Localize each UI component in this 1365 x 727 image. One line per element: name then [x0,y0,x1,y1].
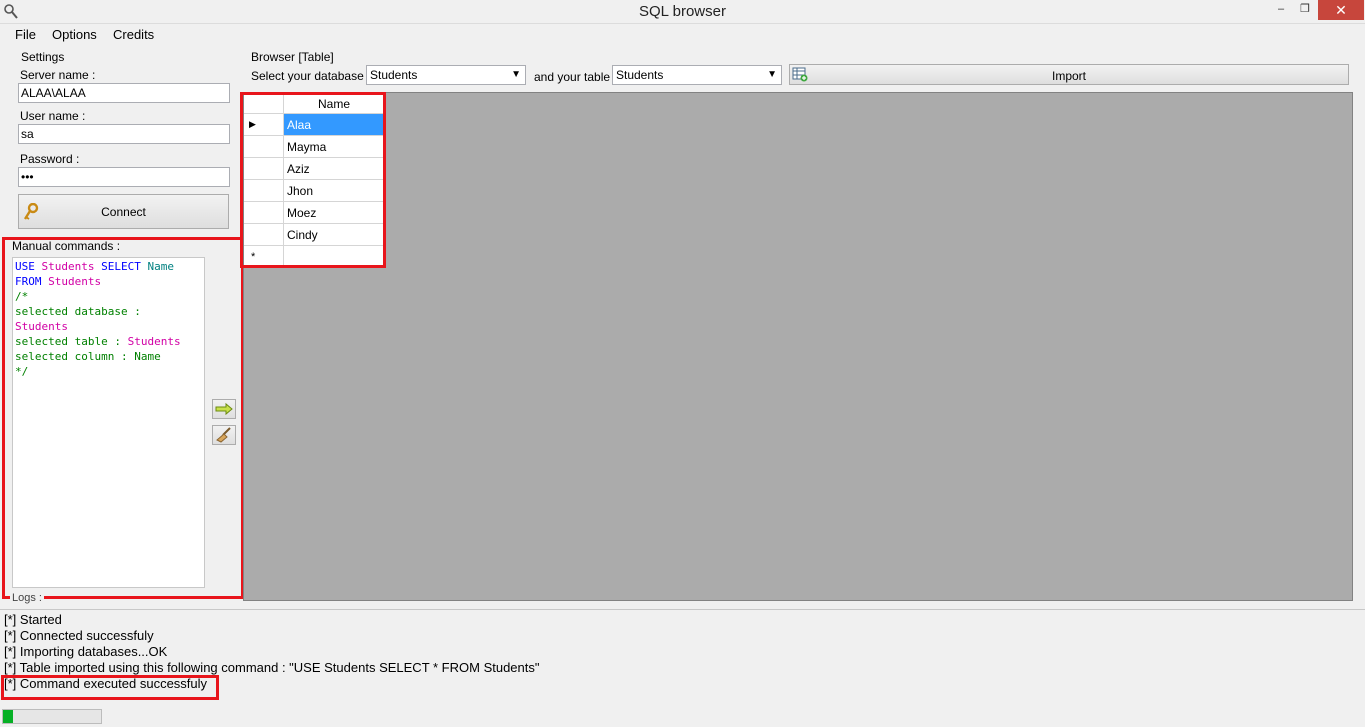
menu-file[interactable]: File [15,27,36,42]
editor-token: Students [127,335,181,348]
logs-label: Logs : [10,592,44,604]
user-name-input[interactable]: sa [18,124,230,144]
restore-button[interactable]: ❐ [1292,0,1318,20]
database-value: Students [370,68,418,82]
editor-line: USE Students SELECT Name [15,259,202,274]
grid-cell[interactable]: Moez [284,202,384,223]
current-row-marker-icon: ▶ [249,119,256,129]
editor-line: selected column : Name [15,349,202,364]
table-label: and your table : [534,70,617,84]
progress-fill [3,710,13,723]
browser-group-label: Browser [Table] [249,50,336,64]
editor-token: */ [15,365,29,378]
menu-options[interactable]: Options [52,27,97,42]
database-label: Select your database : [251,69,371,83]
table-select[interactable]: Students ▼ [612,65,782,85]
database-select[interactable]: Students ▼ [366,65,526,85]
settings-group-label: Settings [19,50,67,64]
connect-label: Connect [101,205,146,219]
minimize-button[interactable]: – [1268,0,1294,20]
editor-token: USE [15,260,42,273]
close-button[interactable]: ✕ [1318,0,1364,20]
chevron-down-icon: ▼ [511,69,521,80]
log-line: [*] Table imported using this following … [4,660,540,675]
import-button[interactable]: Import [789,64,1349,85]
logs-panel: [*] Started [*] Connected successfuly [*] … [0,609,1365,705]
grid-corner [244,93,284,113]
grid-header-row: Name [244,93,384,114]
row-header[interactable] [244,180,284,201]
manual-commands-editor[interactable]: USE Students SELECT Name FROM Students/* s… [12,257,205,588]
editor-token: FROM [15,275,49,288]
grid-cell[interactable]: Aziz [284,158,384,179]
menu-credits[interactable]: Credits [113,27,154,42]
editor-token: selected table : [15,335,128,348]
server-name-input[interactable]: ALAA\ALAA [18,83,230,103]
editor-line: /* [15,289,202,304]
new-row[interactable]: * [244,246,384,268]
grid-cell[interactable]: Alaa [284,114,384,135]
row-header[interactable] [244,136,284,157]
editor-token: /* [15,290,29,303]
grid-cell[interactable] [284,246,384,268]
row-header[interactable] [244,224,284,245]
log-line: [*] Started [4,612,62,627]
row-header[interactable]: * [244,246,284,268]
new-row-marker: * [251,251,256,263]
editor-line: Students [15,319,202,334]
row-header[interactable]: ▶ [244,114,284,135]
window-title: SQL browser [639,3,726,20]
editor-token: Students [41,260,102,273]
import-label: Import [1051,69,1086,83]
editor-token: Name [147,260,174,273]
menu-bar: File Options Credits [0,25,1365,45]
chevron-down-icon: ▼ [767,69,777,80]
editor-token: SELECT [101,260,148,273]
editor-line: FROM Students [15,274,202,289]
manual-commands-label: Manual commands : [10,239,123,253]
row-header[interactable] [244,202,284,223]
table-row[interactable]: Mayma [244,136,384,158]
log-line: [*] Command executed successfuly [4,676,208,691]
editor-line: selected database : [15,304,202,319]
editor-token: Students [48,275,102,288]
password-input[interactable]: ••• [18,167,230,187]
data-grid-background [243,92,1353,601]
table-row[interactable]: Aziz [244,158,384,180]
log-line: [*] Connected successfuly [4,628,154,643]
editor-token: selected column : Name [15,350,161,363]
table-row[interactable]: Moez [244,202,384,224]
title-bar: SQL browser – ❐ ✕ [0,0,1365,24]
column-header-name[interactable]: Name [284,93,384,113]
table-row[interactable]: ▶ Alaa [244,114,384,136]
editor-token: Students [15,320,68,333]
grid-cell[interactable]: Cindy [284,224,384,245]
table-value: Students [616,68,664,82]
broom-icon [216,427,231,443]
editor-line: selected table : Students [15,334,202,349]
password-label: Password : [20,152,80,166]
row-header[interactable] [244,158,284,179]
server-name-label: Server name : [20,68,96,82]
progress-bar [2,709,102,724]
data-grid[interactable]: Name ▶ Alaa Mayma Aziz Jhon Moez Cindy * [244,93,384,268]
execute-button[interactable] [212,399,236,419]
editor-line: */ [15,364,202,379]
connect-button[interactable]: Connect [18,194,229,229]
log-line: [*] Importing databases...OK [4,644,168,659]
user-name-label: User name : [20,109,86,123]
status-bar [0,706,1365,727]
table-row[interactable]: Jhon [244,180,384,202]
grid-cell[interactable]: Mayma [284,136,384,157]
table-row[interactable]: Cindy [244,224,384,246]
grid-cell[interactable]: Jhon [284,180,384,201]
clear-button[interactable] [212,425,236,445]
editor-token: selected database : [15,305,141,318]
arrow-right-icon [215,402,233,416]
